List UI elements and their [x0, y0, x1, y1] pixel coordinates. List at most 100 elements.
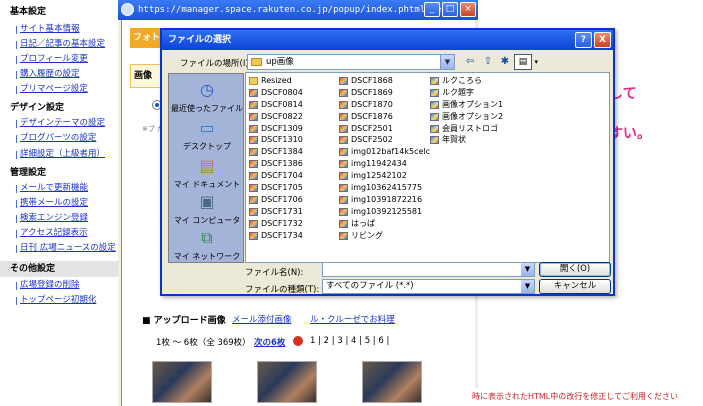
file-item[interactable]: DSCF1706	[248, 194, 303, 206]
my-documents-icon: ▤	[199, 156, 215, 175]
file-item-label: 会員リストロゴ	[442, 123, 498, 133]
sidebar-section-basic: 基本設定	[0, 4, 118, 20]
file-item[interactable]: DSCF1310	[248, 134, 303, 146]
file-item[interactable]: DSCF1868	[338, 75, 430, 87]
maximize-icon[interactable]: □	[442, 2, 458, 17]
file-item[interactable]: DSCF2501	[338, 123, 430, 135]
sidebar-item-diary-settings[interactable]: 日記／記事の基本設定	[15, 39, 105, 50]
up-folder-icon[interactable]: ⇧	[480, 54, 496, 70]
file-item[interactable]: DSCF0804	[248, 87, 303, 99]
sidebar-item-access-log[interactable]: アクセス記録表示	[16, 228, 88, 239]
file-item[interactable]: DSCF1384	[248, 146, 303, 158]
sidebar-item-delete-registration[interactable]: 広場登録の削除	[16, 280, 80, 291]
folder-icon	[251, 58, 262, 66]
file-item[interactable]: img11942434	[338, 158, 430, 170]
file-item[interactable]: DSCF1870	[338, 99, 430, 111]
cancel-button[interactable]: キャンセル	[539, 279, 611, 294]
minimize-icon[interactable]: _	[424, 2, 440, 17]
image-file-icon	[249, 148, 258, 157]
file-item-label: DSCF1705	[261, 183, 303, 193]
image-file-icon	[339, 207, 348, 216]
mail-attached-images-link[interactable]: メール添付画像	[232, 313, 292, 325]
file-item[interactable]: 画像オプション1	[429, 99, 503, 111]
image-file-icon	[339, 136, 348, 145]
sidebar-item-blog-parts[interactable]: ブログパーツの設定	[15, 133, 96, 144]
file-type-select[interactable]: すべてのファイル (*.*) ▼	[322, 279, 535, 294]
image-file-icon	[430, 77, 439, 85]
sidebar-item-design-theme[interactable]: デザインテーマの設定	[15, 118, 105, 129]
sidebar-item-reset-top[interactable]: トップページ初期化	[15, 295, 96, 306]
sidebar-item-site-info[interactable]: サイト基本情報	[16, 24, 80, 35]
file-item[interactable]: リビング	[338, 230, 430, 242]
file-item-label: img12542102	[351, 171, 407, 181]
file-item[interactable]: DSCF0822	[248, 111, 303, 123]
file-item[interactable]: ルク題字	[429, 87, 503, 99]
image-range-text: 1枚 ～ 6枚（全 369枚）	[156, 338, 251, 348]
open-button[interactable]: 開く(O)	[539, 262, 611, 277]
file-item[interactable]: 会員リストロゴ	[429, 123, 503, 135]
file-item-label: DSCF2501	[351, 123, 393, 133]
image-file-icon	[430, 136, 439, 145]
place-my-network[interactable]: ⧉ マイ ネットワーク	[169, 224, 245, 268]
sidebar-item-daily-news[interactable]: 日刊 広場ニュースの設定	[16, 243, 116, 254]
next-page-link[interactable]: 次の6枚	[254, 336, 285, 348]
file-item[interactable]: DSCF1705	[248, 182, 303, 194]
close-icon[interactable]: ×	[460, 2, 476, 17]
file-item-label: DSCF0814	[261, 99, 303, 109]
file-item[interactable]: DSCF1731	[248, 206, 303, 218]
image-file-icon	[249, 112, 258, 121]
my-computer-icon: ▣	[199, 192, 215, 211]
chevron-down-icon[interactable]: ▼	[440, 55, 454, 69]
view-menu-icon[interactable]: ▤	[514, 54, 538, 70]
back-icon[interactable]: ⇦	[462, 54, 478, 70]
file-item-label: DSCF1870	[351, 99, 393, 109]
new-folder-icon[interactable]: ✱	[497, 54, 513, 70]
file-name-input[interactable]: ▼	[322, 262, 535, 277]
image-file-icon	[249, 184, 258, 193]
file-item[interactable]: DSCF1869	[338, 87, 430, 99]
image-thumbnail[interactable]	[257, 361, 317, 403]
chevron-down-icon[interactable]: ▼	[521, 280, 534, 293]
file-item[interactable]: Resized	[248, 75, 303, 87]
file-list[interactable]: Resized DSCF0804 DSCF0814 DSCF0822 DSCF1309 D…	[245, 72, 610, 263]
file-item[interactable]: DSCF0814	[248, 99, 303, 111]
sidebar-item-profile[interactable]: プロフィール変更	[16, 54, 88, 65]
file-item[interactable]: DSCF2502	[338, 134, 430, 146]
chevron-down-icon[interactable]: ▼	[521, 263, 534, 276]
file-item[interactable]: DSCF1876	[338, 111, 430, 123]
le-creuset-link[interactable]: ル・クルーゼでお料理	[310, 313, 395, 325]
file-item[interactable]: img10362415775	[338, 182, 430, 194]
file-item[interactable]: img10391872216	[338, 194, 430, 206]
file-item[interactable]: img12542102	[338, 170, 430, 182]
image-file-icon	[339, 100, 348, 109]
next-arrow-icon[interactable]	[293, 336, 303, 346]
sidebar-item-search-engine[interactable]: 検索エンジン登録	[15, 213, 88, 224]
image-file-icon	[430, 88, 439, 97]
image-thumbnail[interactable]	[152, 361, 212, 403]
file-item[interactable]: ルクころら	[429, 75, 503, 87]
sidebar-item-mobile-mail[interactable]: 携帯メールの設定	[15, 198, 88, 209]
file-item[interactable]: DSCF1704	[248, 170, 303, 182]
file-item[interactable]: 年賀状	[429, 134, 503, 146]
sidebar-item-purima-page[interactable]: プリマページ設定	[16, 84, 88, 95]
pagination-links[interactable]: 1 | 2 | 3 | 4 | 5 | 6 |	[310, 336, 389, 346]
file-item-label: ルクころら	[442, 76, 482, 85]
file-select-dialog: ファイルの選択 ? X ファイルの場所(I): up画像 ▼ ⇦ ⇧ ✱ ▤ ◷…	[160, 28, 615, 296]
file-item[interactable]: はっぱ	[338, 218, 430, 230]
file-item[interactable]: DSCF1309	[248, 123, 303, 135]
file-item[interactable]: img012baf14k5celc	[338, 146, 430, 158]
help-button[interactable]: ?	[575, 32, 592, 48]
file-item[interactable]: DSCF1732	[248, 218, 303, 230]
image-file-icon	[339, 172, 348, 181]
file-item[interactable]: img10392125581	[338, 206, 430, 218]
file-item[interactable]: DSCF1734	[248, 230, 303, 242]
sidebar-item-mail-update[interactable]: メールで更新機能	[15, 183, 88, 194]
file-item[interactable]: 画像オプション2	[429, 111, 503, 123]
sidebar-item-purchase-history[interactable]: 購入履歴の設定	[16, 69, 80, 80]
sidebar-item-advanced[interactable]: 詳細設定（上級者用）	[15, 149, 105, 160]
file-item[interactable]: DSCF1386	[248, 158, 303, 170]
image-thumbnail[interactable]	[362, 361, 422, 403]
dialog-titlebar[interactable]: ファイルの選択	[162, 30, 613, 50]
look-in-combo[interactable]: up画像 ▼	[247, 54, 455, 70]
dialog-close-button[interactable]: X	[594, 32, 611, 48]
